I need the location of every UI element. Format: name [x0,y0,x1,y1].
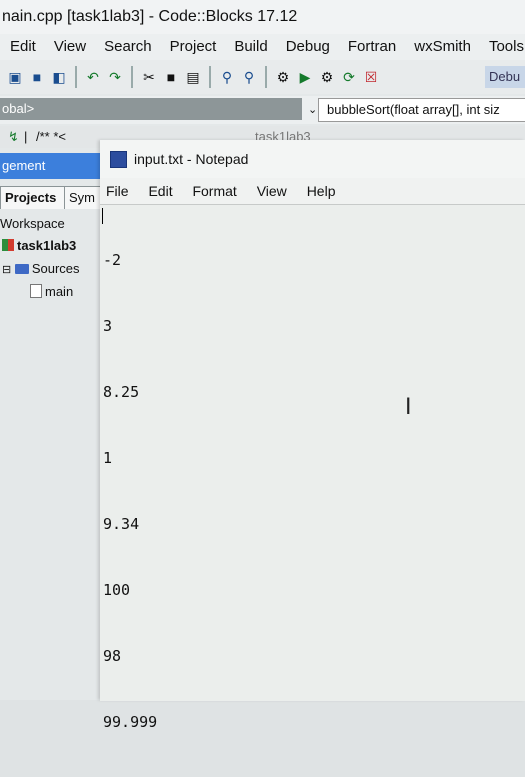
collapse-icon[interactable]: ⊟ [2,264,11,276]
project-tree: Workspace task1lab3 ⊟ Sources main [0,214,110,334]
notepad-text-area[interactable]: -2 3 8.25 1 9.34 100 98 99.999 I [100,204,525,731]
menu-debug[interactable]: Debug [277,34,339,60]
text-line: 1 [103,449,113,467]
menu-edit[interactable]: Edit [0,34,45,60]
build-icon[interactable]: ⚙ [274,68,292,86]
file-icon [30,284,42,298]
toolbar-separator [131,66,133,88]
menu-search[interactable]: Search [95,34,161,60]
rebuild-icon[interactable]: ⟳ [340,68,358,86]
menu-build[interactable]: Build [225,34,276,60]
notepad-titlebar: input.txt - Notepad [100,140,525,178]
menu-wxsmith[interactable]: wxSmith [405,34,480,60]
text-line: 8.25 [103,383,140,401]
abort-icon[interactable]: ☒ [362,68,380,86]
chevron-down-icon[interactable]: ⌄ [308,100,317,120]
text-line: 9.34 [103,515,140,533]
menu-project[interactable]: Project [161,34,226,60]
tree-file-label: main [45,284,74,299]
paste-icon[interactable]: ▤ [184,68,202,86]
management-tabs: Projects Sym [0,186,110,210]
save-all-icon[interactable]: ◧ [50,68,68,86]
code-completion-bar: obal> ⌄ bubbleSort(float array[], int si… [0,96,525,124]
toolbar-separator [75,66,77,88]
tree-file-main[interactable]: main [30,284,73,299]
menu-view[interactable]: View [45,34,95,60]
tree-sources-label: Sources [31,261,80,276]
jump-icon[interactable]: ↯ [8,126,19,148]
toolbar-separator: | [24,129,28,144]
text-line: 99.999 [103,713,158,731]
scope-dropdown[interactable]: obal> [0,98,302,120]
window-title: nain.cpp [task1lab3] - Code::Blocks 17.1… [0,0,525,34]
menu-bar: Edit View Search Project Build Debug For… [0,34,525,60]
tab-symbols[interactable]: Sym [64,186,104,209]
find-icon[interactable]: ⚲ [218,68,236,86]
main-toolbar: ▣ ■ ◧ ↶ ↷ ✂ ■ ▤ ⚲ ⚲ ⚙ ▶ ⚙ ⟳ ☒ [0,60,525,94]
copy-icon[interactable]: ■ [162,68,180,86]
folder-icon [14,264,29,274]
notepad-window: input.txt - Notepad File Edit Format Vie… [100,140,525,731]
notepad-menu-view[interactable]: View [249,183,295,199]
cut-icon[interactable]: ✂ [140,68,158,86]
tree-project-label: task1lab3 [17,238,77,253]
run-icon[interactable]: ▶ [296,68,314,86]
tree-project[interactable]: task1lab3 [2,238,76,253]
notepad-menu-edit[interactable]: Edit [140,183,180,199]
undo-icon[interactable]: ↶ [84,68,102,86]
text-cursor-icon: I [405,395,412,420]
tree-sources-folder[interactable]: ⊟ Sources [2,261,80,276]
menu-fortran[interactable]: Fortran [339,34,405,60]
menu-tools[interactable]: Tools [480,34,525,60]
project-icon [2,239,14,251]
tree-workspace[interactable]: Workspace [0,216,65,231]
notepad-menu-format[interactable]: Format [184,183,244,199]
build-run-icon[interactable]: ⚙ [318,68,336,86]
save-icon[interactable]: ■ [28,68,46,86]
notepad-menu-help[interactable]: Help [299,183,344,199]
toolbar-separator [209,66,211,88]
notepad-menu-bar: File Edit Format View Help [100,178,525,204]
notepad-menu-file[interactable]: File [100,183,137,199]
replace-icon[interactable]: ⚲ [240,68,258,86]
notepad-content: -2 3 8.25 1 9.34 100 98 99.999 [103,205,157,777]
debug-toolbar-label[interactable]: Debu [485,66,525,88]
text-line: -2 [103,251,122,269]
function-dropdown[interactable]: bubbleSort(float array[], int siz [318,98,525,122]
management-panel-title: gement [0,153,112,179]
text-line: 100 [103,581,131,599]
tab-projects[interactable]: Projects [0,186,66,209]
redo-icon[interactable]: ↷ [106,68,124,86]
new-file-icon[interactable]: ▣ [6,68,24,86]
text-line: 3 [103,317,113,335]
text-line: 98 [103,647,122,665]
doxygen-comment-button[interactable]: /** *< [36,126,66,148]
toolbar-separator [265,66,267,88]
notepad-title: input.txt - Notepad [134,151,249,167]
notepad-icon [110,151,127,168]
